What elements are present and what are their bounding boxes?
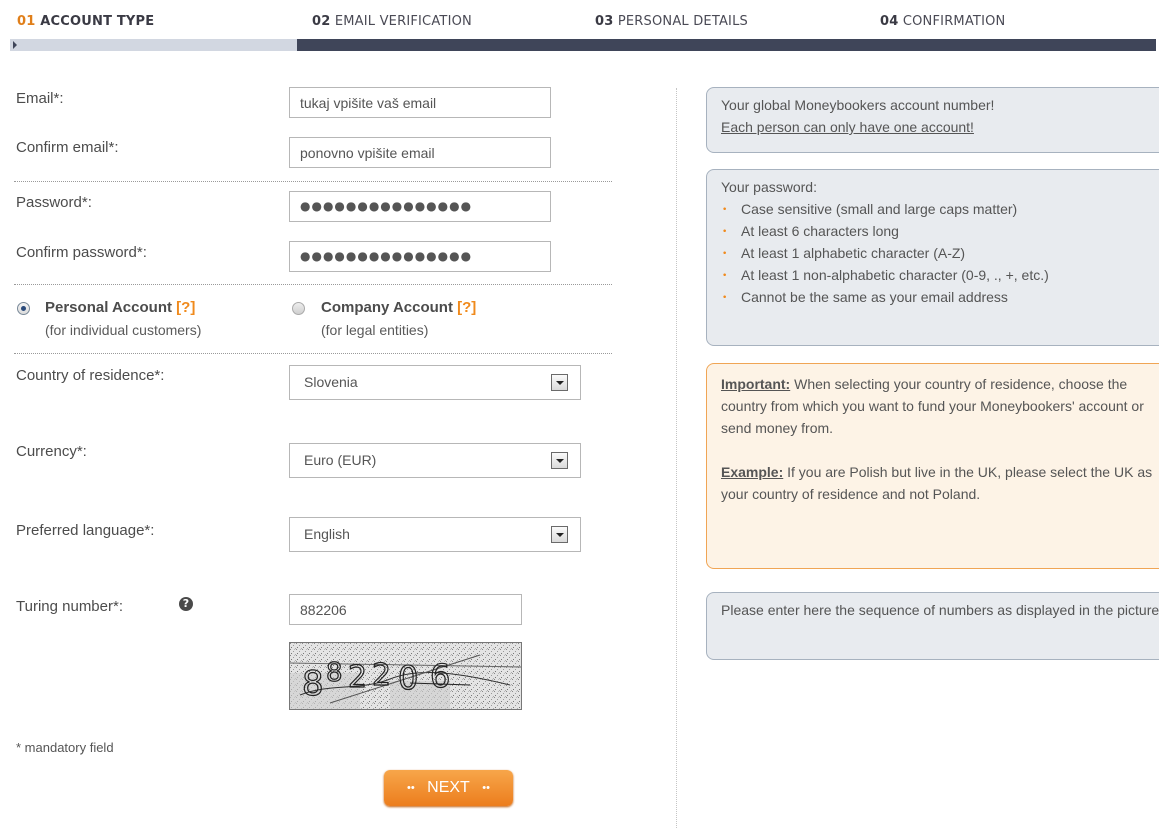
- turing-number-field[interactable]: [289, 594, 522, 625]
- svg-text:2: 2: [372, 658, 391, 693]
- account-number-info-box: Your global Moneybookers account number!…: [706, 87, 1159, 153]
- personal-account-option[interactable]: Personal Account [?]: [45, 299, 195, 316]
- divider: [14, 181, 612, 182]
- example-text: If you are Polish but live in the UK, pl…: [721, 464, 1153, 502]
- password-rule-item: At least 1 non-alphabetic character (0-9…: [721, 264, 1159, 286]
- step-personal-details: 03 PERSONAL DETAILS: [595, 14, 748, 29]
- confirm-password-field[interactable]: ●●●●●●●●●●●●●●●: [289, 241, 551, 272]
- chevron-down-icon[interactable]: [551, 526, 568, 543]
- progress-arrow-icon: [13, 41, 17, 49]
- turing-number-info-box: Please enter here the sequence of number…: [706, 592, 1159, 660]
- captcha-image: 8 8 2 2 0 6: [289, 642, 522, 710]
- svg-text:6: 6: [430, 657, 450, 695]
- email-label: Email*:: [16, 90, 64, 107]
- password-rule-item: At least 6 characters long: [721, 220, 1159, 242]
- country-label: Country of residence*:: [16, 367, 165, 384]
- personal-account-help-link[interactable]: [?]: [176, 299, 195, 316]
- company-account-label: Company Account: [321, 299, 453, 316]
- personal-account-description: (for individual customers): [45, 322, 202, 338]
- step-number: 04: [880, 14, 899, 29]
- company-account-option[interactable]: Company Account [?]: [321, 299, 476, 316]
- account-info-line: Your global Moneybookers account number!: [721, 97, 995, 113]
- currency-selected-value: Euro (EUR): [304, 452, 377, 468]
- password-rules-title: Your password:: [721, 179, 817, 195]
- captcha-graphic: 8 8 2 2 0 6: [290, 643, 521, 709]
- step-number: 01: [17, 14, 36, 29]
- language-selected-value: English: [304, 526, 350, 542]
- divider: [14, 284, 612, 285]
- company-account-help-link[interactable]: [?]: [457, 299, 476, 316]
- step-number: 03: [595, 14, 614, 29]
- step-account-type: 01 ACCOUNT TYPE: [17, 14, 154, 29]
- password-label: Password*:: [16, 194, 92, 211]
- account-info-link[interactable]: Each person can only have one account!: [721, 116, 1159, 138]
- company-account-radio[interactable]: [292, 302, 305, 315]
- important-heading: Important:: [721, 376, 791, 392]
- step-label: PERSONAL DETAILS: [617, 14, 748, 29]
- progress-bar-current-step: [10, 39, 297, 51]
- step-label: ACCOUNT TYPE: [40, 14, 155, 29]
- svg-text:0: 0: [398, 659, 418, 697]
- step-email-verification: 02 EMAIL VERIFICATION: [312, 14, 472, 29]
- password-field[interactable]: ●●●●●●●●●●●●●●●: [289, 191, 551, 222]
- example-heading: Example:: [721, 464, 784, 480]
- country-selected-value: Slovenia: [304, 374, 358, 390]
- step-label: CONFIRMATION: [902, 14, 1006, 29]
- turing-info-text: Please enter here the sequence of number…: [721, 602, 1159, 618]
- important-country-box: Important: When selecting your country o…: [706, 363, 1159, 569]
- language-label: Preferred language*:: [16, 522, 155, 539]
- personal-account-radio[interactable]: [17, 302, 30, 315]
- step-label: EMAIL VERIFICATION: [334, 14, 472, 29]
- currency-select[interactable]: Euro (EUR): [289, 443, 581, 478]
- next-button-label: NEXT: [427, 779, 470, 796]
- example-paragraph: Example: If you are Polish but live in t…: [721, 461, 1159, 505]
- step-confirmation: 04 CONFIRMATION: [880, 14, 1005, 29]
- chevron-down-icon[interactable]: [551, 452, 568, 469]
- next-left-dots-icon: ••: [407, 782, 415, 794]
- currency-label: Currency*:: [16, 443, 87, 460]
- next-right-dots-icon: ••: [482, 782, 490, 794]
- country-select[interactable]: Slovenia: [289, 365, 581, 400]
- password-rule-item: At least 1 alphabetic character (A-Z): [721, 242, 1159, 264]
- next-button[interactable]: •• NEXT ••: [384, 770, 513, 806]
- svg-text:8: 8: [326, 658, 343, 688]
- help-icon[interactable]: ?: [179, 597, 193, 611]
- confirm-email-label: Confirm email*:: [16, 139, 119, 156]
- svg-text:2: 2: [348, 660, 367, 695]
- important-paragraph: Important: When selecting your country o…: [721, 370, 1159, 439]
- password-rule-item: Cannot be the same as your email address: [721, 286, 1159, 308]
- step-number: 02: [312, 14, 331, 29]
- email-field[interactable]: [289, 87, 551, 118]
- confirm-email-field[interactable]: [289, 137, 551, 168]
- turing-number-label: Turing number*:: [16, 598, 123, 615]
- password-rule-item: Case sensitive (small and large caps mat…: [721, 198, 1159, 220]
- chevron-down-icon[interactable]: [551, 374, 568, 391]
- confirm-password-label: Confirm password*:: [16, 244, 147, 261]
- language-select[interactable]: English: [289, 517, 581, 552]
- password-rules-box: Your password: Case sensitive (small and…: [706, 169, 1159, 346]
- mandatory-field-note: * mandatory field: [16, 740, 114, 755]
- company-account-description: (for legal entities): [321, 322, 429, 338]
- column-divider: [676, 88, 677, 828]
- personal-account-label: Personal Account: [45, 299, 172, 316]
- divider: [14, 353, 612, 354]
- svg-text:8: 8: [302, 664, 324, 704]
